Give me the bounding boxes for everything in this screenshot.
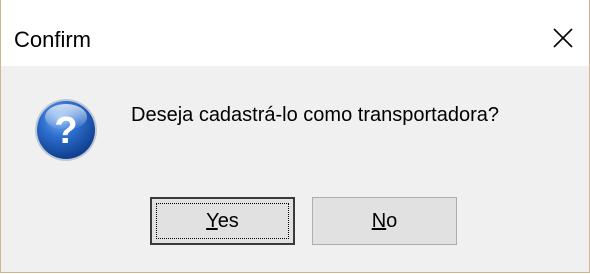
no-button-label: No	[372, 210, 398, 233]
dialog-message: Deseja cadastrá-lo como transportadora?	[131, 104, 499, 126]
close-button[interactable]	[543, 18, 583, 58]
yes-accelerator: Y	[206, 209, 218, 232]
confirm-dialog: Confirm ? Deseja cadastrá-lo como transp…	[0, 0, 590, 273]
no-button[interactable]: No	[312, 197, 457, 245]
dialog-title: Confirm	[14, 27, 92, 52]
title-bar: Confirm	[1, 0, 589, 66]
no-label-rest: o	[386, 209, 398, 232]
yes-label-rest: es	[217, 209, 239, 232]
yes-button[interactable]: Yes	[150, 197, 295, 245]
close-icon	[553, 28, 573, 48]
svg-text:?: ?	[54, 110, 77, 152]
no-accelerator: N	[371, 209, 387, 232]
question-icon: ?	[33, 97, 99, 163]
yes-button-label: Yes	[206, 210, 239, 233]
